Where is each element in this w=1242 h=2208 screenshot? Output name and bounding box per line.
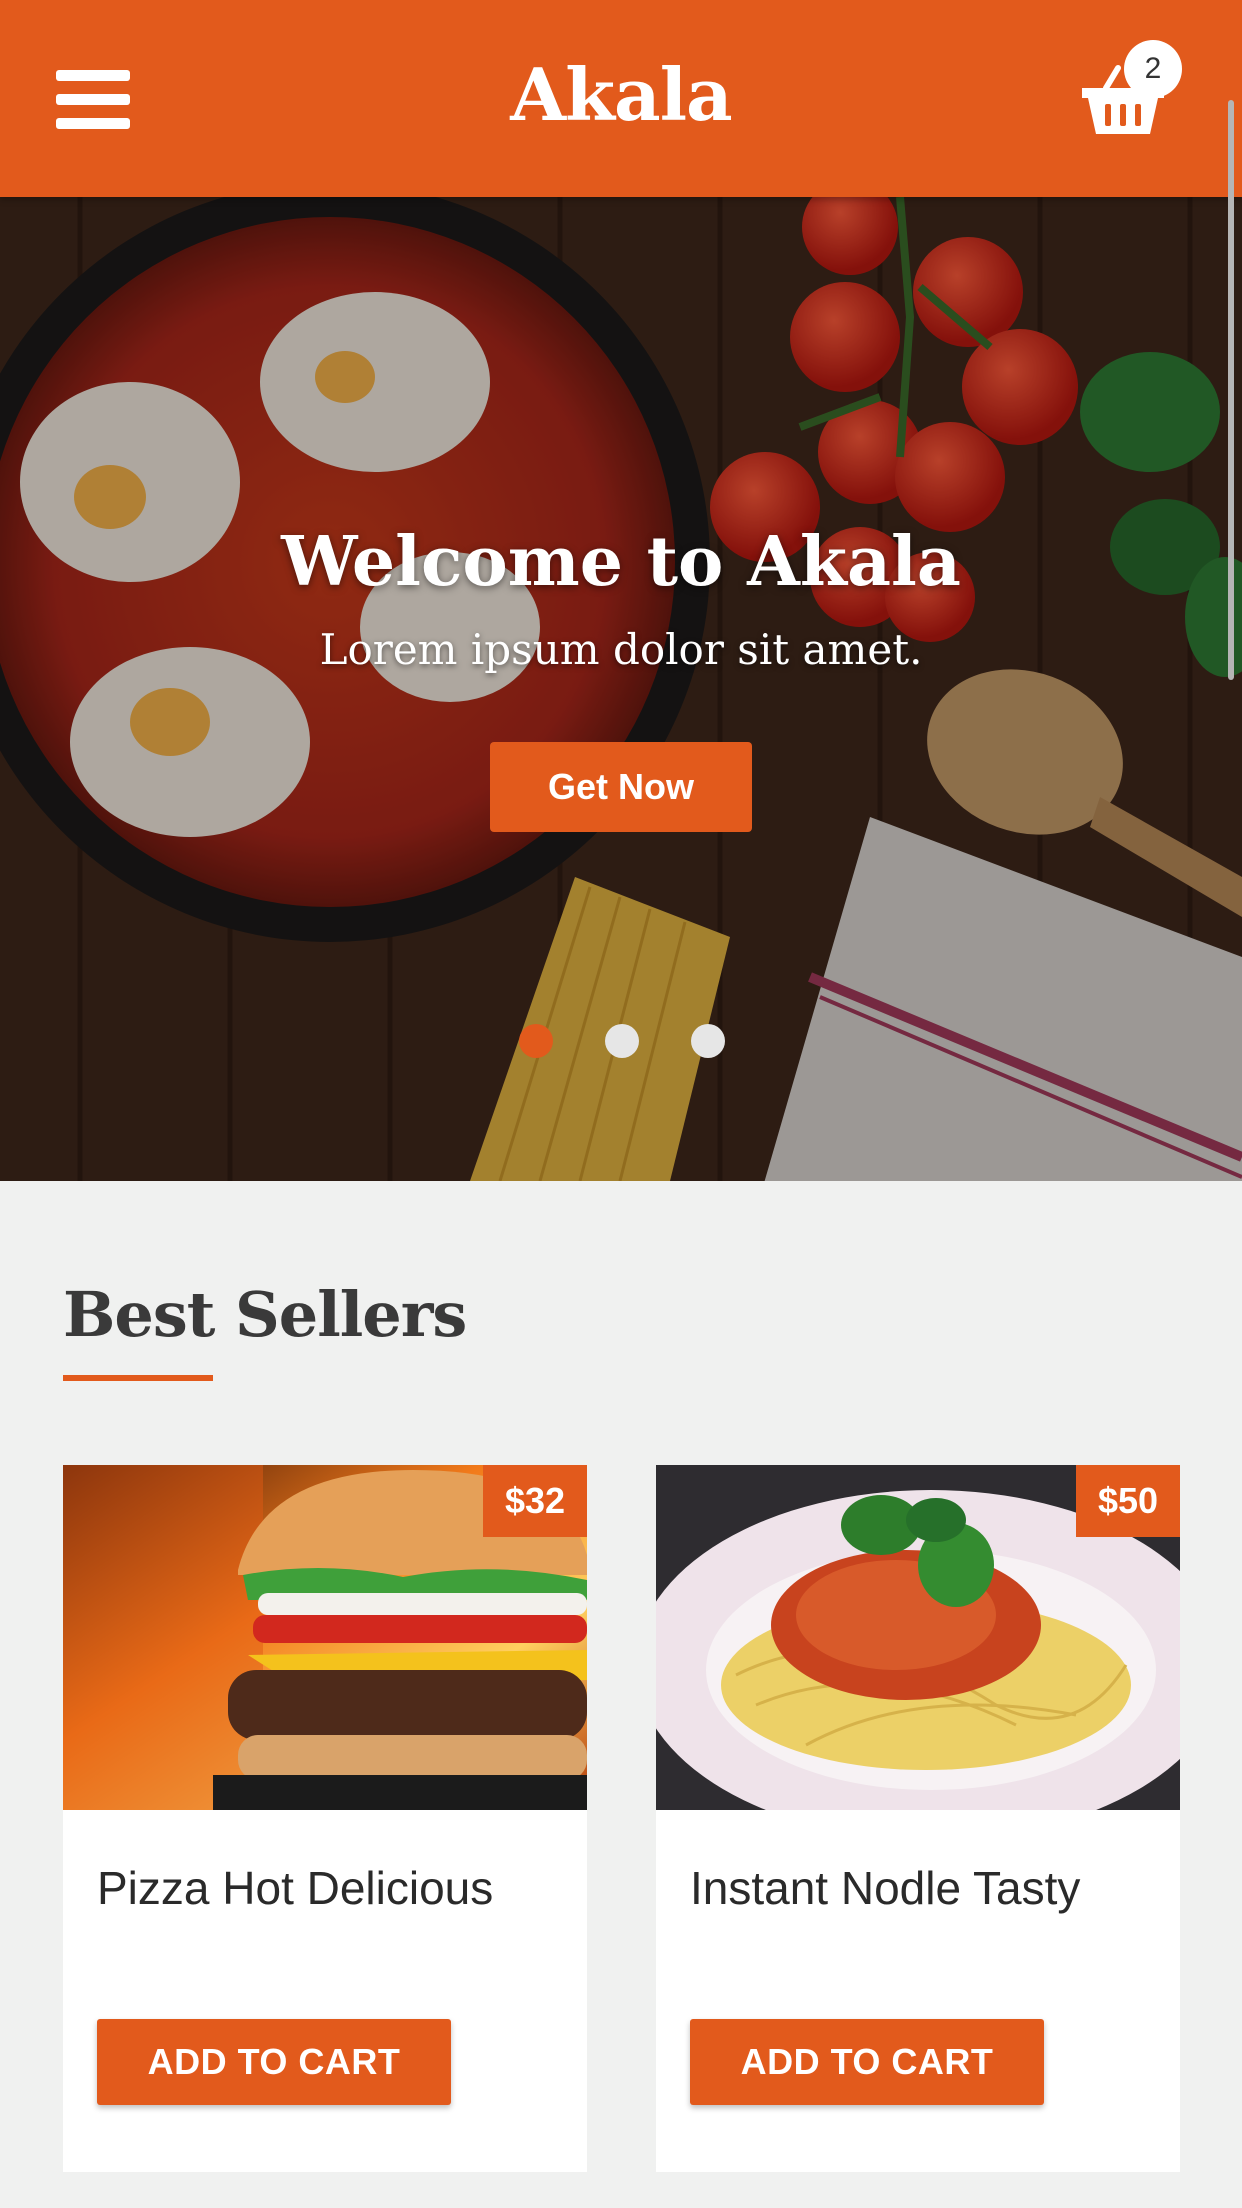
price-tag: $32 (483, 1465, 587, 1537)
cart-count-badge: 2 (1124, 40, 1182, 98)
slider-dot-1-active[interactable] (519, 1024, 553, 1058)
brand-logo-text[interactable]: Akala (0, 52, 1242, 137)
get-now-button[interactable]: Get Now (490, 742, 752, 832)
scrollbar-thumb[interactable] (1228, 100, 1234, 680)
hero-slider: Welcome to Akala Lorem ipsum dolor sit a… (0, 197, 1242, 1181)
product-name[interactable]: Pizza Hot Delicious (97, 1855, 557, 1921)
top-app-bar: Akala 2 (0, 0, 1242, 197)
add-to-cart-button[interactable]: ADD TO CART (690, 2019, 1044, 2105)
price-tag: $50 (1076, 1465, 1180, 1537)
product-name[interactable]: Instant Nodle Tasty (690, 1855, 1150, 1921)
add-to-cart-button[interactable]: ADD TO CART (97, 2019, 451, 2105)
hero-title: Welcome to Akala (281, 522, 961, 602)
product-card[interactable]: $32 Pizza Hot Delicious ADD TO CART (63, 1465, 587, 2172)
hero-subtitle: Lorem ipsum dolor sit amet. (319, 625, 923, 674)
slider-dot-3[interactable] (691, 1024, 725, 1058)
spaghetti-image[interactable]: $50 (656, 1465, 1180, 1810)
best-sellers-heading: Best Sellers (63, 1278, 467, 1351)
burger-image[interactable]: $32 (63, 1465, 587, 1810)
product-card[interactable]: $50 Instant Nodle Tasty ADD TO CART (656, 1465, 1180, 2172)
slider-dot-2[interactable] (605, 1024, 639, 1058)
heading-underline (63, 1375, 213, 1381)
